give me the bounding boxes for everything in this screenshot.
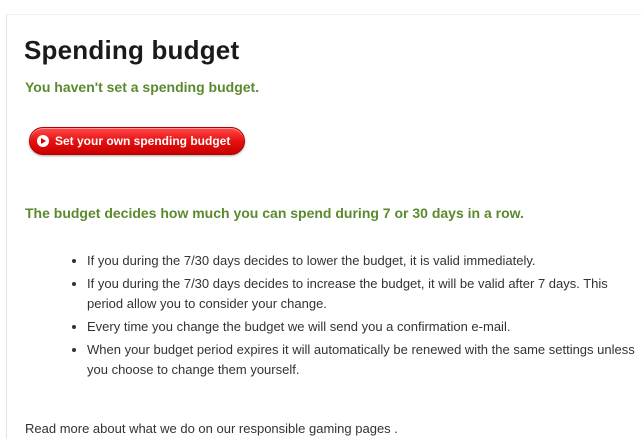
budget-status-text: You haven't set a spending budget. <box>25 79 260 95</box>
set-budget-button[interactable]: Set your own spending budget <box>29 127 246 155</box>
set-budget-button-label: Set your own spending budget <box>55 134 231 148</box>
budget-description-heading: The budget decides how much you can spen… <box>25 205 524 221</box>
arrow-circle-icon <box>37 135 49 147</box>
list-item: When your budget period expires it will … <box>87 340 641 380</box>
list-item: Every time you change the budget we will… <box>87 317 641 337</box>
list-item: If you during the 7/30 days decides to i… <box>87 274 641 314</box>
spending-budget-panel: Spending budget You haven't set a spendi… <box>6 14 641 439</box>
page-title: Spending budget <box>24 35 240 65</box>
responsible-gaming-note: Read more about what we do on our respon… <box>25 421 398 436</box>
responsible-gaming-link[interactable]: Read more about what we do on our respon… <box>25 421 398 436</box>
list-item: If you during the 7/30 days decides to l… <box>87 251 641 271</box>
budget-rules-list: If you during the 7/30 days decides to l… <box>67 251 641 383</box>
